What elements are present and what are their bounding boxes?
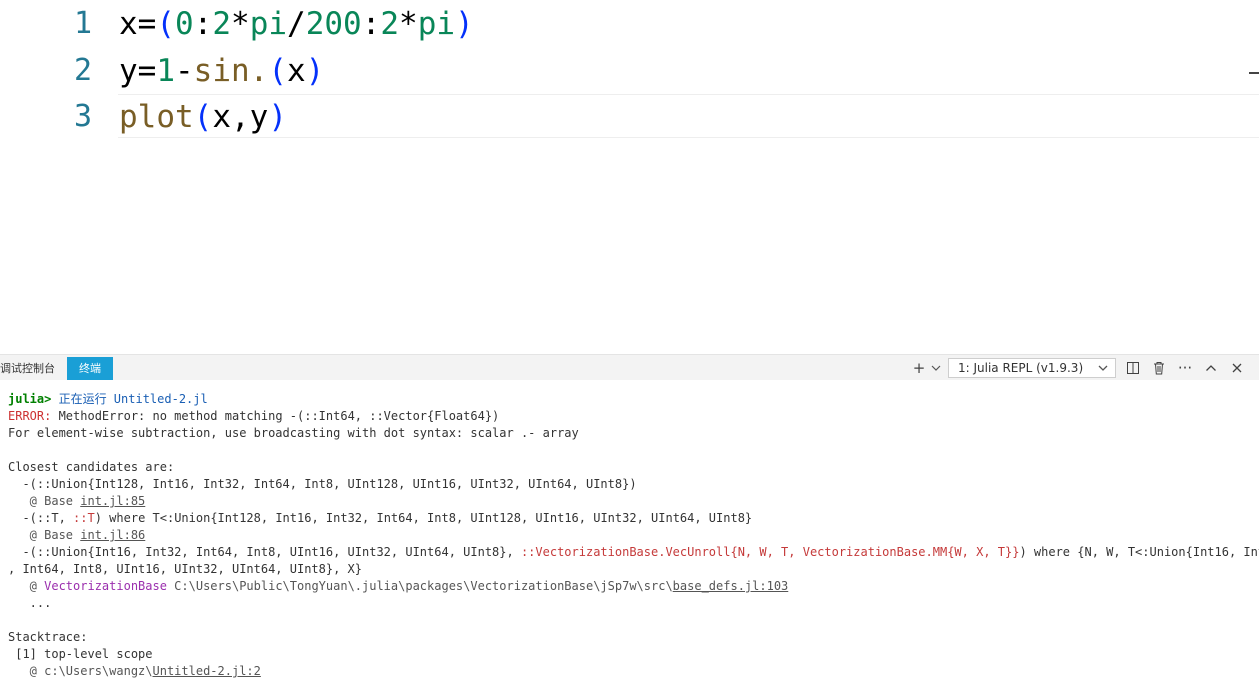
terminal-text: C:\Users\Public\TongYuan\.julia\packages… [174,579,673,593]
more-actions-icon[interactable]: ··· [1176,358,1194,378]
terminal-line: ... [8,595,1253,612]
code-token: x [287,52,306,89]
close-panel-icon[interactable] [1228,358,1246,378]
terminal-text: ERROR: [8,409,59,423]
terminal-line: @ Base int.jl:85 [8,493,1253,510]
terminal-line: julia> 正在运行 Untitled-2.jl [8,391,1253,408]
code-token: pi [417,6,456,42]
terminal-text: ) where {N, W, T<:Union{Int16, Int32 [1019,545,1259,559]
code-token: plot [119,99,194,135]
code-token: sin. [193,52,269,89]
bottom-panel: 调试控制台 终端 + 1: Julia REPL (v1.9.3) ··· ju… [0,354,1259,683]
terminal-line: @ VectorizationBase C:\Users\Public\Tong… [8,578,1253,595]
terminal-line: , Int64, Int8, UInt16, UInt32, UInt64, U… [8,561,1253,578]
terminal-text: -(::Union{Int16, Int32, Int64, Int8, UIn… [8,545,521,559]
select-chevron-icon [1097,359,1109,382]
code-text[interactable]: plot(x,y) [119,94,287,140]
terminal-text: @ [8,664,45,678]
code-line[interactable]: 1 x=(0:2*pi/200:2*pi) [0,1,1259,47]
code-text[interactable]: y=1-sin.(x) [119,48,324,94]
terminal-text: MethodError: no method matching -(::Int6… [58,409,500,423]
code-token: 200 [305,6,362,42]
code-token: x= [119,6,157,42]
terminal-text: -(::T, [8,511,74,525]
maximize-panel-icon[interactable] [1202,358,1220,378]
terminal-line: @ Base int.jl:86 [8,527,1253,544]
terminal-text: @ [8,528,45,542]
terminal-line: -(::Union{Int16, Int32, Int64, Int8, UIn… [8,544,1259,561]
terminal-line: -(::T, ::T) where T<:Union{Int128, Int16… [8,510,1253,527]
code-editor[interactable]: 1 x=(0:2*pi/200:2*pi) 2 y=1-sin.(x) 3 plot(x,… [0,0,1259,354]
terminal-text: Base [44,494,81,508]
code-token: * [231,6,250,42]
code-token: ) [268,99,287,135]
terminal-text: Base [44,528,81,542]
code-line[interactable]: 3 plot(x,y) [0,94,1259,140]
code-token: 0 [175,6,194,42]
terminal-line: Closest candidates are: [8,459,1253,476]
terminal-line: Stacktrace: [8,629,1253,646]
tab-debug-console[interactable]: 调试控制台 [0,357,61,380]
file-link[interactable]: int.jl:86 [80,528,145,542]
code-token: ( [268,52,287,89]
split-terminal-icon[interactable] [1124,358,1142,378]
code-token: - [175,52,194,89]
file-link[interactable]: int.jl:85 [80,494,145,508]
terminal-line: For element-wise subtraction, use broadc… [8,425,1253,442]
terminal-text: VectorizationBase [44,579,175,593]
code-token: ( [193,99,213,135]
terminal-text: ... [8,596,52,610]
tab-terminal[interactable]: 终端 [67,357,113,380]
code-token: ) [305,52,325,89]
terminal-output[interactable]: julia> 正在运行 Untitled-2.jl ERROR: MethodEr… [8,391,1259,680]
code-token: ( [156,6,175,42]
line-number: 3 [73,99,92,134]
code-token: : [361,6,381,42]
terminal-text: julia> [8,392,59,406]
code-token: x,y [212,99,269,135]
code-token: / [287,6,306,42]
code-line[interactable]: 2 y=1-sin.(x) [0,48,1259,94]
terminal-text: ::VectorizationBase.VecUnroll{N, W, T, V… [520,545,1020,559]
new-terminal-icon[interactable]: + [910,358,928,378]
terminal-select-value: 1: Julia REPL (v1.9.3) [958,361,1084,375]
code-token: pi [249,6,288,42]
terminal-text: 正在运行 Untitled-2.jl [58,392,208,406]
code-token: 1 [156,52,175,89]
terminal-text: For element-wise subtraction, use broadc… [8,426,579,440]
terminal-text: c:\Users\wangz\ [44,664,153,678]
terminal-text: @ [8,579,45,593]
terminal-text: [1] top-level scope [8,647,153,661]
code-token: ) [455,6,474,42]
line-number: 1 [73,6,92,41]
terminal-text: -(::Union{Int128, Int16, Int32, Int64, I… [8,477,637,491]
code-text[interactable]: x=(0:2*pi/200:2*pi) [119,1,474,47]
file-link[interactable]: Untitled-2.jl:2 [153,664,261,678]
terminal-text: Closest candidates are: [8,460,175,474]
chevron-down-icon[interactable] [927,358,945,378]
terminal-line: [1] top-level scope [8,646,1253,663]
code-token: : [193,6,213,42]
line-number: 2 [73,52,92,88]
terminal-select[interactable]: 1: Julia REPL (v1.9.3) [948,358,1116,378]
terminal-text: ) where T<:Union{Int128, Int16, Int32, I… [94,511,753,525]
terminal-text: ::T [73,511,95,525]
terminal-line: -(::Union{Int128, Int16, Int32, Int64, I… [8,476,1253,493]
code-token: * [399,6,418,42]
terminal-text: Stacktrace: [8,630,88,644]
terminal-text: @ [8,494,45,508]
chevron-down-icon-svg [931,365,941,371]
trash-icon[interactable] [1150,358,1168,378]
terminal-line: @ c:\Users\wangz\Untitled-2.jl:2 [8,663,1253,680]
terminal-text: , Int64, Int8, UInt16, UInt32, UInt64, U… [8,562,363,576]
code-token: y= [119,52,157,89]
panel-header: 调试控制台 终端 + 1: Julia REPL (v1.9.3) ··· [0,355,1259,380]
file-link[interactable]: base_defs.jl:103 [673,579,789,593]
terminal-line: ERROR: MethodError: no method matching -… [8,408,1253,425]
scrollbar-marker [1249,72,1259,74]
code-token: 2 [380,6,400,42]
code-token: 2 [212,6,232,42]
